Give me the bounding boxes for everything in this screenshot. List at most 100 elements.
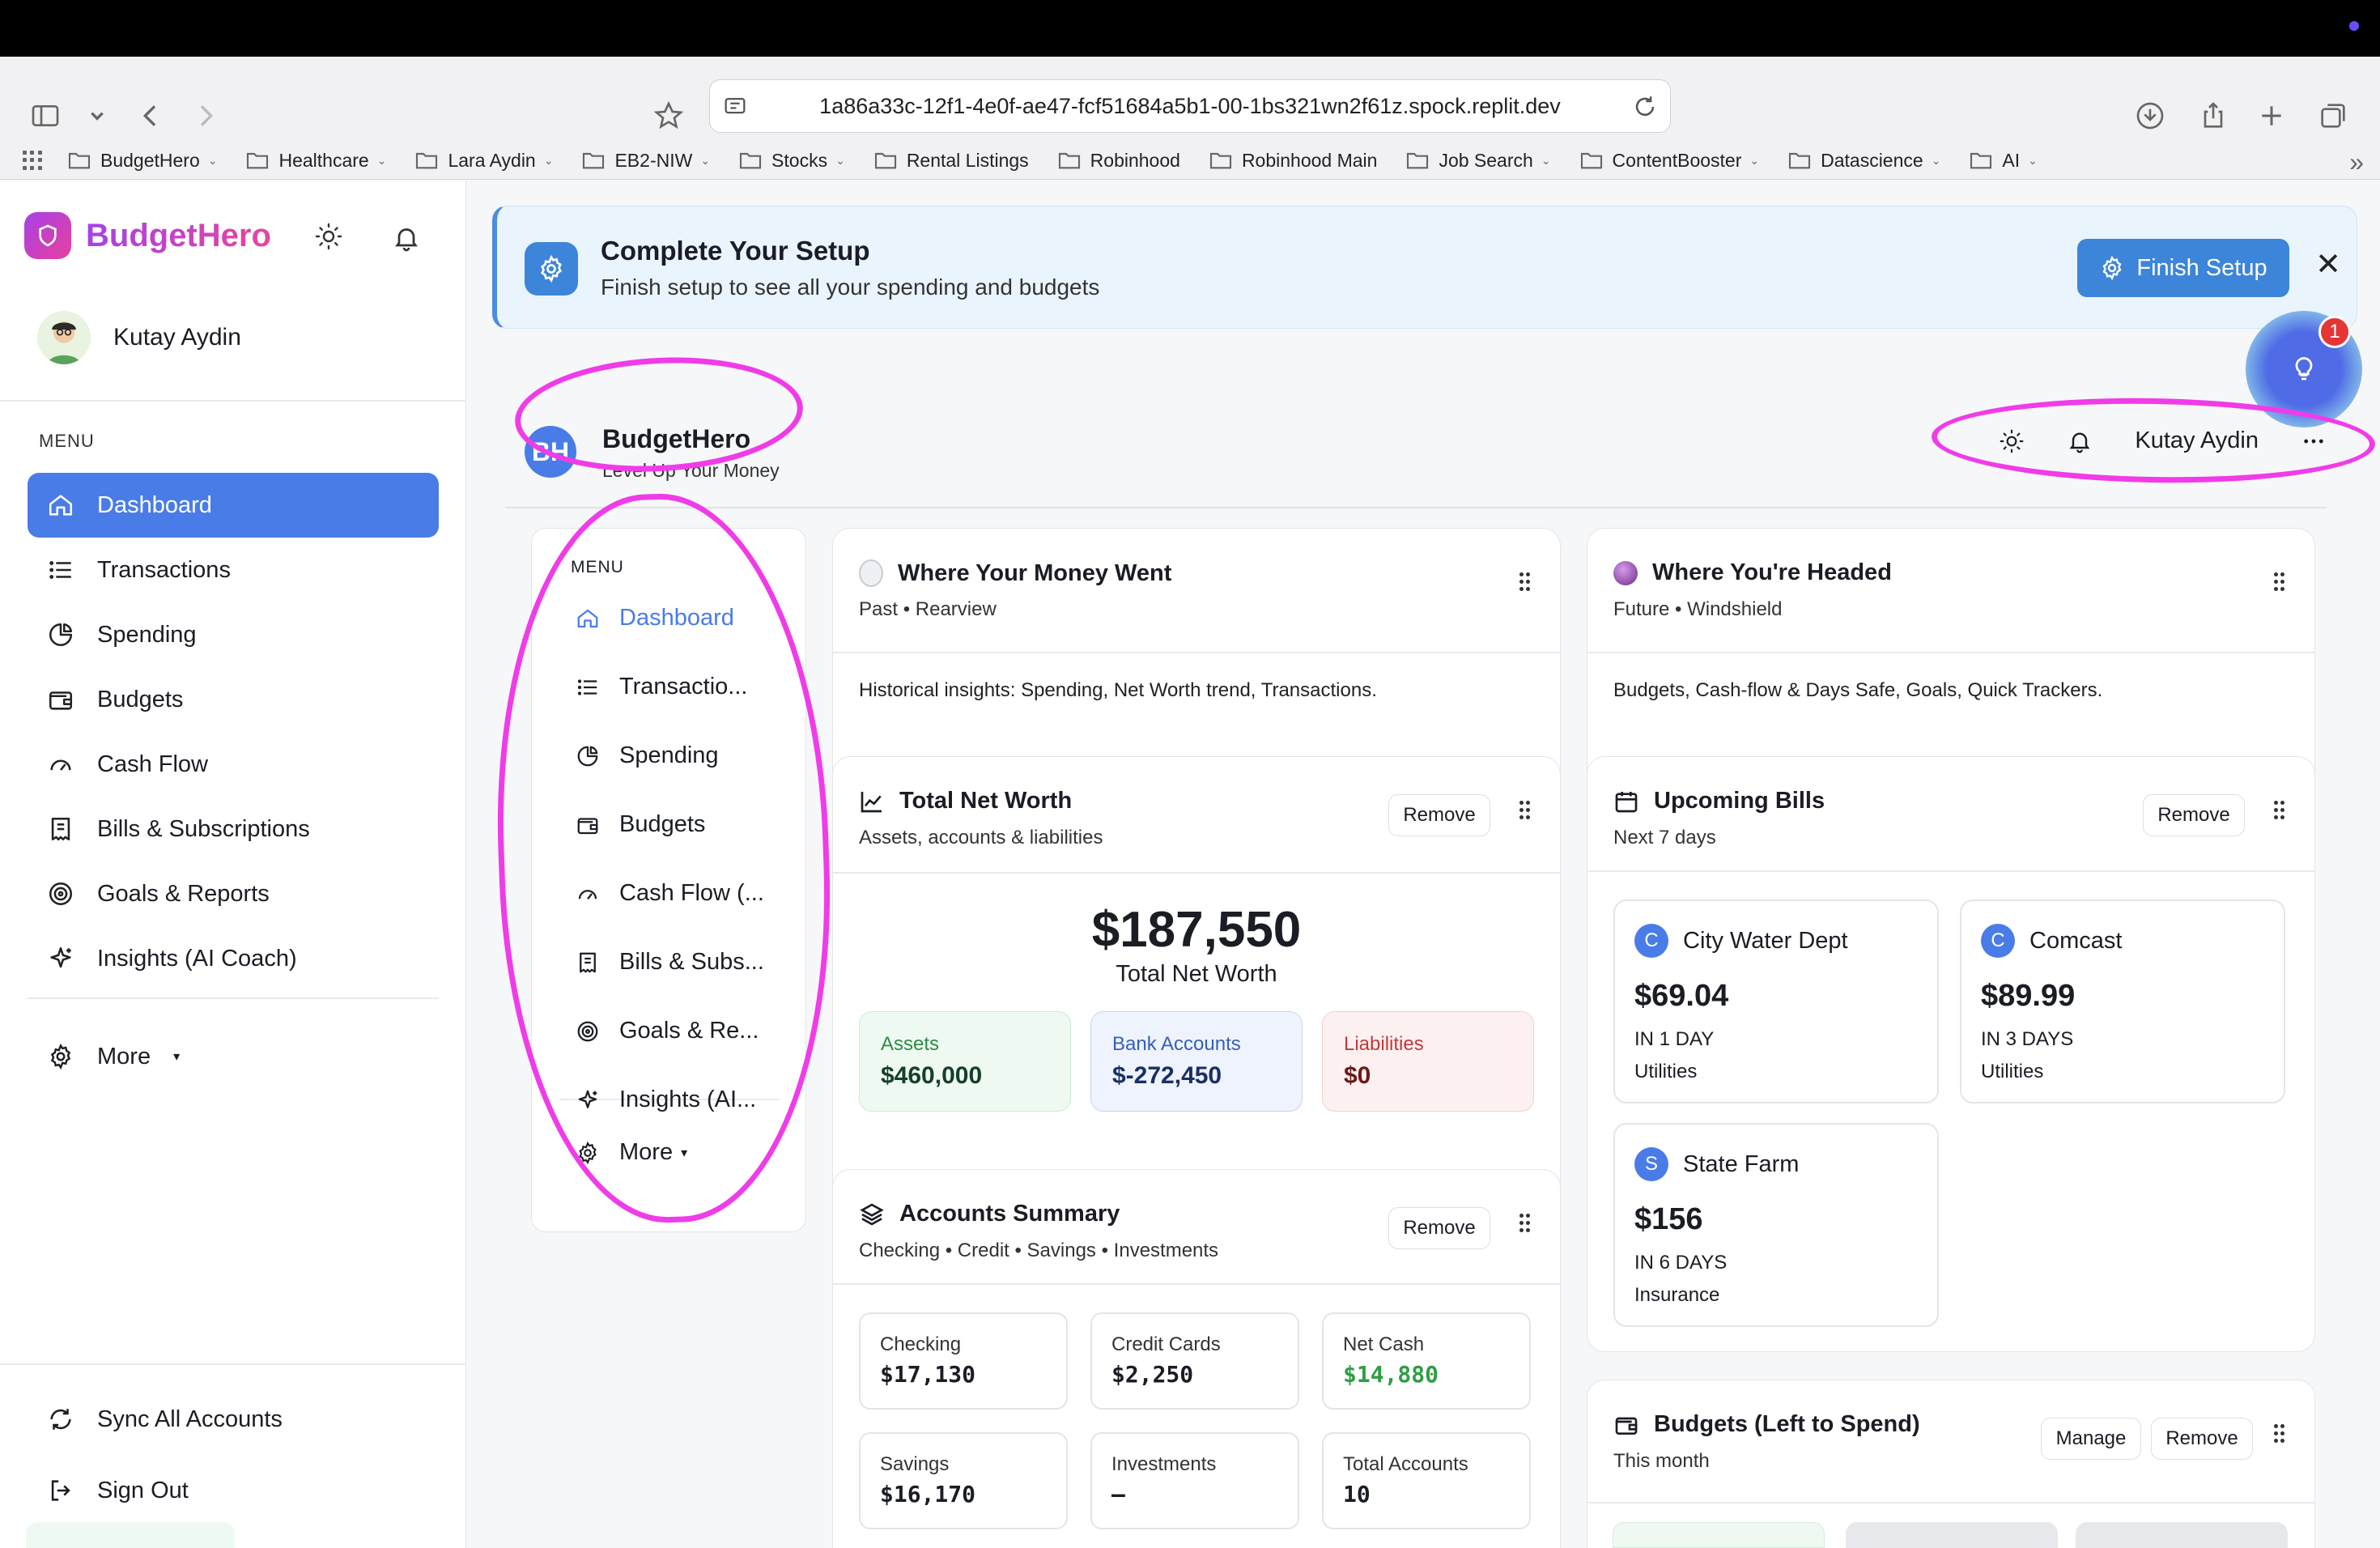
setup-banner: Complete Your Setup Finish setup to see … (492, 206, 2357, 329)
chevron-down-icon: ⌄ (1541, 153, 1551, 167)
bookmark-item[interactable]: AI ⌄ (1968, 147, 2038, 173)
bill-due: IN 6 DAYS (1634, 1252, 1728, 1274)
sidebar-more-button[interactable]: More ▾ (47, 1043, 180, 1070)
inner-nav-item[interactable]: Insights (AI... (576, 1087, 756, 1113)
bookmark-item[interactable]: Lara Aydin ⌄ (414, 147, 553, 173)
inner-nav-item[interactable]: Goals & Re... (576, 1018, 759, 1044)
bill-initial: C (1634, 924, 1668, 958)
bookmark-item[interactable]: ContentBooster ⌄ (1579, 147, 1759, 173)
sidebar-item-goals-reports[interactable]: Goals & Reports (28, 861, 439, 926)
card-title: Budgets (Left to Spend) (1613, 1411, 1920, 1438)
chevron-down-icon: ⌄ (1931, 153, 1941, 167)
manage-button[interactable]: Manage (2041, 1418, 2141, 1460)
bill-category: Utilities (1634, 1061, 1698, 1082)
finish-setup-button[interactable]: Finish Setup (2077, 239, 2289, 297)
theme-toggle-icon[interactable] (314, 222, 343, 255)
remove-button[interactable]: Remove (1388, 794, 1490, 836)
sidebar-item-dashboard[interactable]: Dashboard (28, 473, 439, 538)
bookmark-item[interactable]: Job Search ⌄ (1405, 147, 1551, 173)
sidebar-item-bills-subscriptions[interactable]: Bills & Subscriptions (28, 797, 439, 861)
inner-nav-label: Budgets (619, 811, 706, 837)
more-label: More (97, 1043, 151, 1070)
inner-nav-label: Bills & Subs... (619, 949, 764, 975)
drag-handle-icon[interactable] (2274, 801, 2284, 820)
bookmark-item[interactable]: Rental Listings (873, 147, 1029, 173)
new-tab-icon[interactable] (2255, 96, 2288, 136)
chevron-down-icon: ⌄ (207, 153, 218, 167)
bookmark-item[interactable]: BudgetHero ⌄ (66, 147, 217, 173)
account-label: Net Cash (1343, 1333, 1425, 1355)
user-profile[interactable]: Kutay Aydin (37, 311, 241, 364)
bills-subtitle: Next 7 days (1613, 827, 1716, 848)
star-icon[interactable] (652, 96, 685, 136)
account-value: 10 (1343, 1481, 1371, 1508)
sidebar-item-insights-ai-coach[interactable]: Insights (AI Coach) (28, 926, 439, 991)
bell-icon[interactable] (392, 223, 421, 257)
sidebar-toggle-icon[interactable] (29, 96, 62, 136)
list-icon (577, 678, 597, 695)
layers-icon (860, 1202, 884, 1226)
brand[interactable]: BudgetHero (24, 212, 271, 259)
chevron-down-icon[interactable] (81, 96, 113, 136)
drag-handle-icon[interactable] (1519, 1214, 1530, 1233)
bill-item[interactable]: S State Farm $156 IN 6 DAYS Insurance (1613, 1123, 1939, 1327)
inner-user-name[interactable]: Kutay Aydin (2135, 427, 2259, 454)
bookmark-item[interactable]: Robinhood (1056, 147, 1180, 173)
bookmark-item[interactable]: Datascience ⌄ (1787, 147, 1940, 173)
folder-icon (739, 152, 762, 169)
inner-nav-item[interactable]: Spending (576, 742, 719, 769)
reload-icon[interactable] (1631, 93, 1659, 121)
sidebar-item-budgets[interactable]: Budgets (28, 667, 439, 732)
sidebar-nav: Dashboard Transactions Spending Budgets Cash… (28, 473, 439, 991)
liabilities-value: $0 (1344, 1062, 1371, 1089)
close-icon[interactable]: ✕ (2312, 249, 2344, 281)
back-icon[interactable] (134, 96, 167, 136)
account-tile: Credit Cards $2,250 (1090, 1312, 1299, 1410)
folder-icon (1580, 152, 1602, 169)
inner-nav-label: Transactio... (619, 674, 748, 700)
bookmarks-overflow-icon[interactable]: » (2349, 147, 2364, 177)
theme-toggle-icon[interactable] (1999, 428, 2025, 454)
target-icon (49, 882, 73, 906)
tabs-overview-icon[interactable] (2317, 96, 2349, 136)
sync-accounts-button[interactable]: Sync All Accounts (47, 1406, 283, 1433)
future-title: Where You're Headed (1652, 559, 1892, 585)
inner-nav-item[interactable]: Bills & Subs... (576, 949, 764, 976)
more-horizontal-icon[interactable] (2301, 428, 2327, 454)
inner-nav-item[interactable]: Budgets (576, 811, 705, 838)
download-icon[interactable] (2134, 96, 2166, 136)
inner-more-button[interactable]: More ▾ (576, 1139, 687, 1166)
address-bar[interactable]: 1a86a33c-12f1-4e0f-ae47-fcf51684a5b1-00-… (709, 79, 1671, 133)
inner-nav-item[interactable]: Cash Flow (... (576, 880, 764, 907)
share-icon[interactable] (2197, 96, 2229, 136)
bookmark-item[interactable]: Robinhood Main (1208, 147, 1377, 173)
liabilities-tile: Liabilities $0 (1322, 1011, 1534, 1112)
accounts-title: Accounts Summary (899, 1201, 1120, 1227)
drag-handle-icon[interactable] (2274, 572, 2284, 592)
drag-handle-icon[interactable] (2274, 1424, 2284, 1444)
bookmark-item[interactable]: Stocks ⌄ (737, 147, 845, 173)
inner-nav-item[interactable]: Transactio... (576, 674, 747, 700)
inner-nav-item[interactable]: Dashboard (576, 605, 734, 632)
sidebar-item-cash-flow[interactable]: Cash Flow (28, 732, 439, 797)
account-tile: Total Accounts 10 (1322, 1432, 1531, 1529)
drag-handle-icon[interactable] (1519, 572, 1530, 592)
wallet-icon (1615, 1417, 1638, 1435)
sidebar-item-spending[interactable]: Spending (28, 602, 439, 667)
bill-item[interactable]: C Comcast $89.99 IN 3 DAYS Utilities (1960, 899, 2285, 1104)
budget-tile (2076, 1522, 2288, 1548)
sidebar-item-transactions[interactable]: Transactions (28, 538, 439, 602)
bookmark-item[interactable]: EB2-NIW ⌄ (580, 147, 710, 173)
apps-grid-icon[interactable] (23, 151, 42, 170)
bookmark-item[interactable]: Healthcare ⌄ (244, 147, 386, 173)
remove-button[interactable]: Remove (1388, 1207, 1490, 1249)
bill-amount: $69.04 (1634, 979, 1729, 1013)
sign-out-button[interactable]: Sign Out (47, 1477, 189, 1504)
inner-sidebar-nav: MENU More ▾ Dashboard Transactio... Spendin… (531, 528, 806, 1232)
bell-icon[interactable] (2067, 428, 2093, 454)
remove-button[interactable]: Remove (2151, 1418, 2253, 1460)
forward-icon[interactable] (189, 96, 222, 136)
drag-handle-icon[interactable] (1519, 801, 1530, 820)
remove-button[interactable]: Remove (2143, 794, 2245, 836)
bill-item[interactable]: C City Water Dept $69.04 IN 1 DAY Utilities (1613, 899, 1939, 1104)
